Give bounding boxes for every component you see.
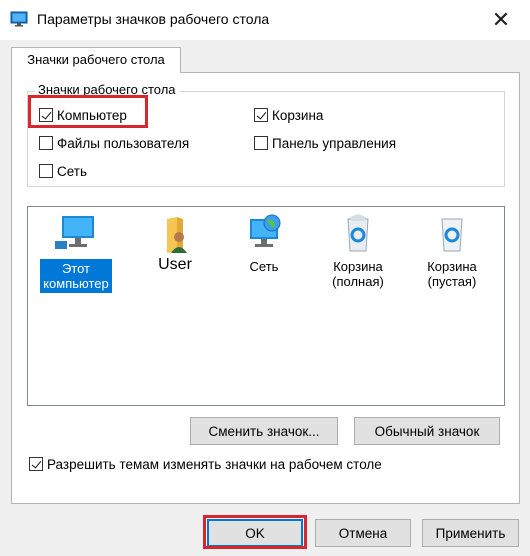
default-icon-button[interactable]: Обычный значок — [354, 417, 500, 445]
checkbox-allow-themes-box[interactable] — [29, 457, 43, 471]
checkbox-control-panel-label: Панель управления — [272, 135, 397, 151]
icon-item-recycle-full-label: Корзина (полная) — [332, 259, 384, 289]
apply-button[interactable]: Применить — [422, 519, 519, 547]
desktop-icon-settings-icon — [10, 10, 28, 28]
checkbox-allow-themes-label: Разрешить темам изменять значки на рабоч… — [47, 456, 382, 472]
change-icon-button[interactable]: Сменить значок... — [190, 417, 338, 445]
icon-item-recycle-full[interactable]: Корзина (полная) — [318, 213, 398, 289]
checkbox-user-files[interactable]: Файлы пользователя — [39, 134, 189, 152]
icon-item-network[interactable]: Сеть — [224, 213, 304, 274]
recycle-bin-full-icon — [347, 214, 369, 252]
icon-item-network-label: Сеть — [249, 259, 279, 274]
highlight-box-computer — [28, 95, 148, 128]
icon-item-this-pc-label: Этот компьютер — [40, 259, 112, 293]
icon-item-user-label: User — [158, 256, 192, 273]
window-title: Параметры значков рабочего стола — [37, 11, 270, 27]
checkbox-network[interactable]: Сеть — [39, 162, 87, 180]
checkbox-user-files-label: Файлы пользователя — [57, 135, 190, 151]
user-folder-icon — [167, 217, 187, 253]
checkbox-control-panel[interactable]: Панель управления — [254, 134, 396, 152]
icon-item-this-pc[interactable]: Этот компьютер — [36, 213, 116, 293]
checkbox-allow-themes[interactable]: Разрешить темам изменять значки на рабоч… — [29, 455, 382, 473]
checkbox-network-label: Сеть — [57, 163, 88, 179]
close-icon: ✕ — [491, 7, 511, 32]
icon-item-recycle-empty-label: Корзина (пустая) — [427, 259, 477, 289]
icon-item-user[interactable]: User — [135, 213, 215, 273]
icon-item-recycle-empty[interactable]: Корзина (пустая) — [412, 213, 492, 289]
checkbox-network-box[interactable] — [39, 164, 53, 178]
icon-list[interactable]: Этот компьютер User Сеть Корзина (полная) — [27, 206, 505, 406]
checkbox-recycle-bin-label: Корзина — [272, 107, 324, 123]
checkbox-recycle-bin[interactable]: Корзина — [254, 106, 323, 124]
tab-desktop-icons[interactable]: Значки рабочего стола — [11, 47, 181, 73]
close-button[interactable]: ✕ — [478, 4, 524, 36]
checkbox-recycle-bin-box[interactable] — [254, 108, 268, 122]
network-icon — [250, 214, 281, 247]
checkbox-control-panel-box[interactable] — [254, 136, 268, 150]
recycle-bin-empty-icon — [441, 218, 463, 252]
monitor-icon — [55, 216, 94, 249]
checkbox-user-files-box[interactable] — [39, 136, 53, 150]
highlight-box-ok — [203, 515, 307, 549]
cancel-button[interactable]: Отмена — [315, 519, 411, 547]
